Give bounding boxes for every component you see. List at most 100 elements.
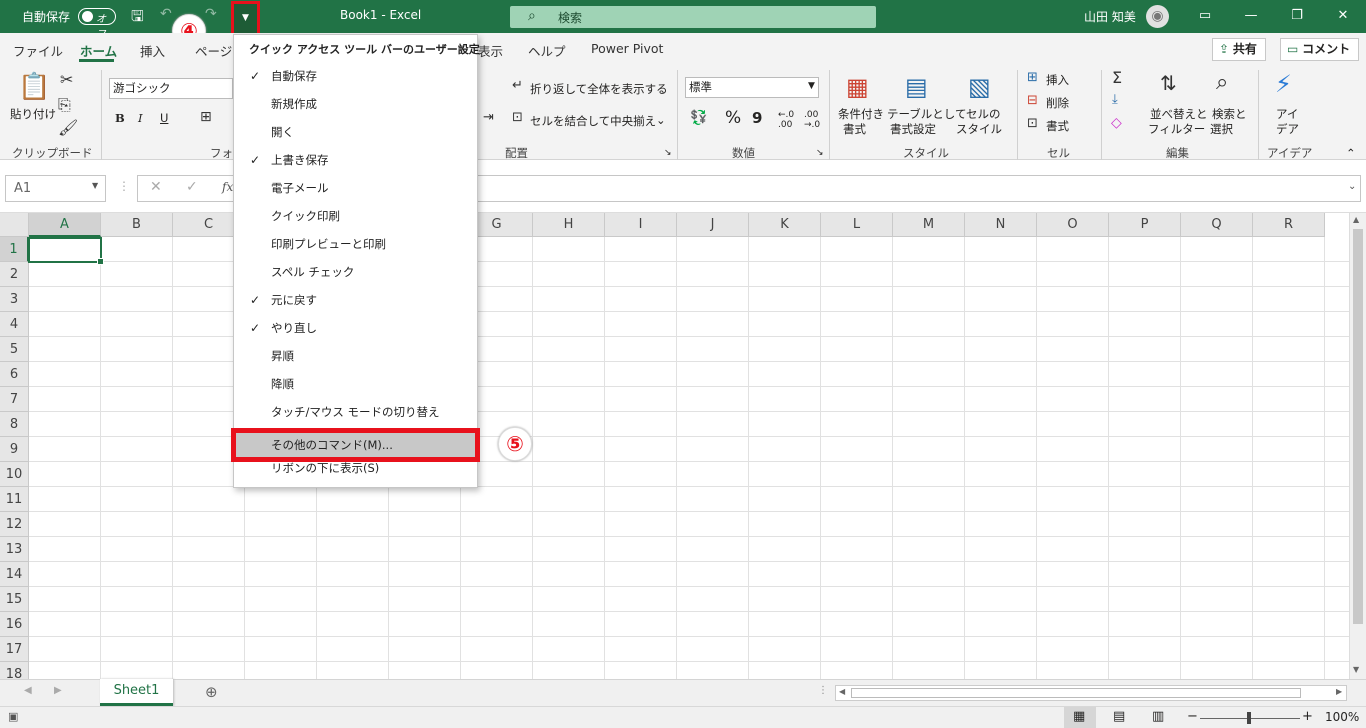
- menu-item-8[interactable]: ✓ 元に戻す: [234, 286, 477, 314]
- column-header-l[interactable]: L: [821, 213, 893, 237]
- column-header-p[interactable]: P: [1109, 213, 1181, 237]
- normal-view-button[interactable]: ▦: [1064, 707, 1096, 728]
- format-as-table-label-1[interactable]: テーブルとして: [887, 106, 966, 122]
- row-header-1[interactable]: 1: [0, 237, 29, 262]
- font-name-select[interactable]: 游ゴシック: [109, 78, 233, 99]
- row-header-11[interactable]: 11: [0, 487, 29, 512]
- menu-item-1[interactable]: 新規作成: [234, 90, 477, 118]
- wrap-text-button[interactable]: 折り返して全体を表示する: [530, 81, 668, 97]
- search-box[interactable]: ⌕ 検索: [510, 6, 876, 28]
- merge-center-button[interactable]: セルを結合して中央揃え: [530, 113, 656, 129]
- italic-button[interactable]: I: [138, 111, 143, 125]
- column-header-r[interactable]: R: [1253, 213, 1325, 237]
- find-select-label-2[interactable]: 選択: [1210, 121, 1233, 137]
- row-header-4[interactable]: 4: [0, 312, 29, 337]
- sort-filter-label-2[interactable]: フィルター: [1148, 121, 1205, 137]
- cancel-icon[interactable]: ✕: [150, 179, 162, 195]
- column-header-q[interactable]: Q: [1181, 213, 1253, 237]
- prev-sheet-icon[interactable]: ◀: [24, 685, 32, 696]
- zoom-out-icon[interactable]: −: [1187, 709, 1198, 724]
- conditional-format-icon[interactable]: ▦: [846, 73, 869, 101]
- row-header-18[interactable]: 18: [0, 662, 29, 679]
- page-break-view-icon[interactable]: ▥: [1152, 709, 1164, 724]
- menu-item-12[interactable]: タッチ/マウス モードの切り替え: [234, 398, 477, 426]
- paste-label[interactable]: 貼り付け: [10, 106, 56, 122]
- tab-insert[interactable]: 挿入: [140, 41, 165, 60]
- row-header-15[interactable]: 15: [0, 587, 29, 612]
- format-painter-icon[interactable]: 🖌: [58, 118, 78, 137]
- tab-page-layout[interactable]: ページ: [195, 41, 232, 60]
- scroll-up-icon[interactable]: ▲: [1353, 215, 1359, 224]
- menu-item-2[interactable]: 開く: [234, 118, 477, 146]
- tab-home[interactable]: ホーム: [80, 41, 117, 60]
- cut-icon[interactable]: ✂: [60, 70, 73, 89]
- column-header-k[interactable]: K: [749, 213, 821, 237]
- qat-customize-button[interactable]: ▼: [231, 1, 260, 36]
- format-as-table-label-2[interactable]: 書式設定: [890, 121, 936, 137]
- dialog-launcher-icon[interactable]: ↘: [816, 148, 824, 158]
- sheet-tab-sheet1[interactable]: Sheet1: [100, 679, 173, 706]
- bold-button[interactable]: B: [115, 111, 125, 125]
- scroll-down-icon[interactable]: ▼: [1353, 665, 1359, 674]
- scroll-left-icon[interactable]: ◀: [839, 687, 845, 696]
- row-header-17[interactable]: 17: [0, 637, 29, 662]
- ideas-icon[interactable]: ⚡: [1275, 70, 1292, 98]
- tab-power-pivot[interactable]: Power Pivot: [591, 41, 663, 56]
- column-header-i[interactable]: I: [605, 213, 677, 237]
- tab-help[interactable]: ヘルプ: [528, 41, 566, 60]
- autosum-icon[interactable]: Σ: [1112, 68, 1122, 87]
- horizontal-scrollbar[interactable]: ◀ ▶: [835, 685, 1347, 701]
- wrap-text-icon[interactable]: ↵: [512, 78, 523, 93]
- macro-record-icon[interactable]: ▣: [8, 710, 18, 723]
- chevron-down-icon[interactable]: ⌄: [656, 113, 666, 127]
- zoom-slider-thumb[interactable]: [1247, 712, 1251, 724]
- menu-item-4[interactable]: 電子メール: [234, 174, 477, 202]
- restore-icon[interactable]: ❐: [1274, 0, 1320, 33]
- fill-icon[interactable]: ⤓: [1112, 92, 1118, 107]
- delete-cells-icon[interactable]: ⊟: [1027, 93, 1038, 108]
- row-header-12[interactable]: 12: [0, 512, 29, 537]
- percent-button[interactable]: %: [725, 108, 741, 128]
- format-cells-icon[interactable]: ⊡: [1027, 116, 1038, 131]
- currency-icon[interactable]: 💱: [690, 110, 707, 126]
- column-header-a[interactable]: A: [29, 213, 101, 237]
- row-header-7[interactable]: 7: [0, 387, 29, 412]
- menu-item-3[interactable]: ✓ 上書き保存: [234, 146, 477, 174]
- minimize-icon[interactable]: —: [1228, 0, 1274, 33]
- tab-file[interactable]: ファイル: [13, 41, 63, 60]
- insert-cells-button[interactable]: 挿入: [1046, 72, 1069, 88]
- enter-icon[interactable]: ✓: [186, 179, 198, 195]
- name-box[interactable]: A1 ▼: [5, 175, 106, 202]
- ribbon-display-icon[interactable]: ▭: [1182, 0, 1228, 33]
- column-header-h[interactable]: H: [533, 213, 605, 237]
- paste-icon[interactable]: 📋: [18, 72, 50, 102]
- underline-button[interactable]: U: [160, 111, 168, 125]
- row-header-2[interactable]: 2: [0, 262, 29, 287]
- column-header-m[interactable]: M: [893, 213, 965, 237]
- conditional-format-label-2[interactable]: 書式: [843, 121, 866, 137]
- copy-icon[interactable]: ⎘: [58, 95, 71, 115]
- menu-item-0[interactable]: ✓ 自動保存: [234, 62, 477, 90]
- active-cell[interactable]: [28, 237, 104, 265]
- collapse-ribbon-icon[interactable]: ⌃: [1346, 146, 1356, 160]
- column-header-b[interactable]: B: [101, 213, 173, 237]
- undo-icon[interactable]: ↶: [160, 6, 172, 22]
- menu-item-10[interactable]: 昇順: [234, 342, 477, 370]
- border-icon[interactable]: ⊞: [200, 109, 212, 125]
- decrease-decimal-icon[interactable]: .00 →.0: [804, 110, 820, 130]
- format-as-table-icon[interactable]: ▤: [905, 73, 928, 101]
- menu-item-6[interactable]: 印刷プレビューと印刷: [234, 230, 477, 258]
- row-header-8[interactable]: 8: [0, 412, 29, 437]
- select-all-corner[interactable]: [0, 213, 29, 237]
- indent-icon[interactable]: ⇥: [483, 110, 494, 125]
- cell-styles-label-2[interactable]: スタイル: [956, 121, 1002, 137]
- row-header-9[interactable]: 9: [0, 437, 29, 462]
- next-sheet-icon[interactable]: ▶: [54, 685, 62, 696]
- fx-icon[interactable]: fx: [222, 180, 233, 194]
- find-select-label-1[interactable]: 検索と: [1212, 106, 1247, 122]
- row-header-16[interactable]: 16: [0, 612, 29, 637]
- zoom-level[interactable]: 100%: [1325, 710, 1359, 724]
- number-format-select[interactable]: 標準: [685, 77, 819, 98]
- clear-icon[interactable]: ◇: [1111, 115, 1122, 131]
- scroll-right-icon[interactable]: ▶: [1336, 687, 1342, 696]
